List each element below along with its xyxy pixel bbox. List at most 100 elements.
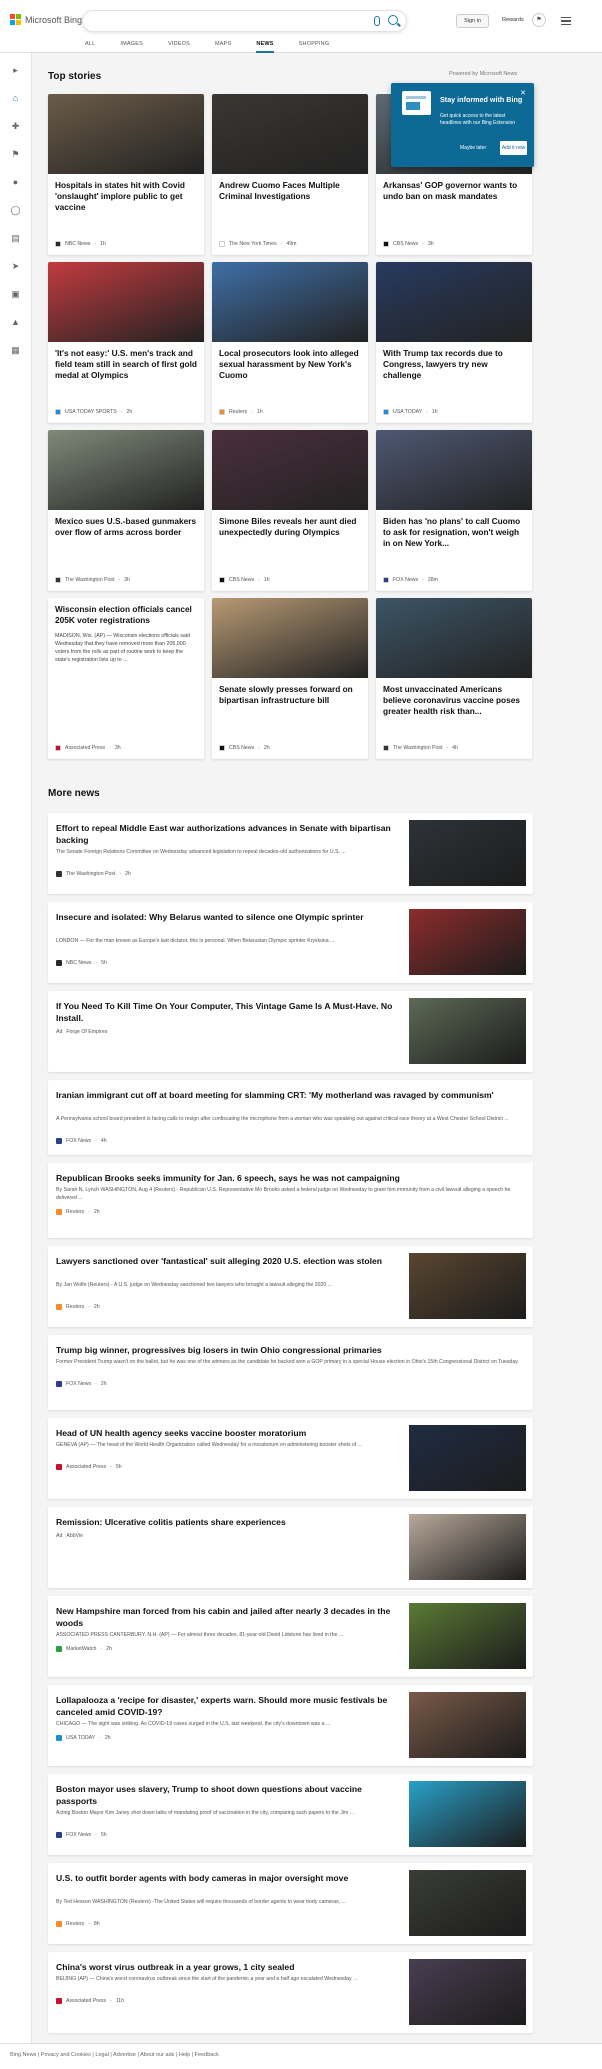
rewards-link[interactable]: Rewards (502, 17, 524, 23)
article-thumbnail[interactable] (409, 1870, 526, 1936)
article-thumbnail[interactable] (409, 820, 526, 886)
story-card[interactable]: Most unvaccinated Americans believe coro… (376, 598, 532, 759)
article-thumbnail[interactable] (409, 909, 526, 975)
article-thumbnail[interactable] (409, 1425, 526, 1491)
story-title[interactable]: Hospitals in states hit with Covid 'onsl… (48, 174, 204, 219)
trophy-icon[interactable]: ⚑ (532, 13, 546, 27)
bank-icon[interactable]: ▲ (10, 317, 21, 328)
nav-tab-videos[interactable]: VIDEOS (168, 41, 190, 53)
article-title[interactable]: Insecure and isolated: Why Belarus wante… (56, 912, 396, 924)
article-thumbnail[interactable] (409, 1253, 526, 1319)
article-title[interactable]: Effort to repeal Middle East war authori… (56, 823, 396, 846)
nav-tab-images[interactable]: IMAGES (120, 41, 143, 53)
maybe-later-button[interactable]: Maybe later (460, 145, 486, 151)
story-title[interactable]: 'It's not easy:' U.S. men's track and fi… (48, 342, 204, 387)
news-article[interactable]: Republican Brooks seeks immunity for Jan… (48, 1163, 533, 1238)
news-article[interactable]: Boston mayor uses slavery, Trump to shoo… (48, 1774, 533, 1855)
film-icon[interactable]: ▣ (10, 289, 21, 300)
location-icon[interactable]: ● (10, 177, 21, 188)
sign-in-button[interactable]: Sign in (456, 14, 489, 28)
article-thumbnail[interactable] (409, 1781, 526, 1847)
news-article[interactable]: Insecure and isolated: Why Belarus wante… (48, 902, 533, 983)
story-image[interactable] (212, 94, 368, 174)
article-title[interactable]: Lollapalooza a 'recipe for disaster,' ex… (56, 1695, 396, 1718)
story-card[interactable]: Wisconsin election officials cancel 205K… (48, 598, 204, 759)
news-article[interactable]: Trump big winner, progressives big loser… (48, 1335, 533, 1410)
story-title[interactable]: Simone Biles reveals her aunt died unexp… (212, 510, 368, 555)
bing-logo[interactable]: Microsoft Bing (10, 14, 82, 25)
news-article[interactable]: Lollapalooza a 'recipe for disaster,' ex… (48, 1685, 533, 1766)
story-card[interactable]: 'It's not easy:' U.S. men's track and fi… (48, 262, 204, 423)
article-title[interactable]: Lawyers sanctioned over 'fantastical' su… (56, 1256, 396, 1268)
home-icon[interactable]: ⌂ (10, 93, 21, 104)
microphone-icon[interactable] (374, 16, 380, 26)
expand-chevron-icon[interactable]: ▸ (10, 65, 21, 76)
calendar-icon[interactable]: ▦ (10, 345, 21, 356)
story-title[interactable]: Biden has 'no plans' to call Cuomo to as… (376, 510, 532, 555)
article-title[interactable]: If You Need To Kill Time On Your Compute… (56, 1001, 396, 1024)
news-article[interactable]: New Hampshire man forced from his cabin … (48, 1596, 533, 1677)
story-image[interactable] (48, 262, 204, 342)
story-title[interactable]: Arkansas' GOP governor wants to undo ban… (376, 174, 532, 219)
article-thumbnail[interactable] (409, 1603, 526, 1669)
article-title[interactable]: Trump big winner, progressives big loser… (56, 1345, 521, 1357)
story-title[interactable]: Mexico sues U.S.-based gunmakers over fl… (48, 510, 204, 555)
chart-icon[interactable]: ▤ (10, 233, 21, 244)
news-article[interactable]: U.S. to outfit border agents with body c… (48, 1863, 533, 1944)
article-title[interactable]: China's worst virus outbreak in a year g… (56, 1962, 396, 1974)
hamburger-menu-icon[interactable] (561, 17, 571, 25)
add-it-now-button[interactable]: Add it now (500, 141, 527, 155)
flag-icon[interactable]: ⚑ (10, 149, 21, 160)
rocket-icon[interactable]: ➤ (10, 261, 21, 272)
article-title[interactable]: Republican Brooks seeks immunity for Jan… (56, 1173, 521, 1185)
news-article[interactable]: Remission: Ulcerative colitis patients s… (48, 1507, 533, 1588)
story-image[interactable] (212, 430, 368, 510)
story-image[interactable] (376, 262, 532, 342)
article-thumbnail[interactable] (409, 1959, 526, 2025)
article-thumbnail[interactable] (409, 1692, 526, 1758)
story-card[interactable]: Hospitals in states hit with Covid 'onsl… (48, 94, 204, 255)
story-title[interactable]: Most unvaccinated Americans believe coro… (376, 678, 532, 723)
article-thumbnail[interactable] (409, 998, 526, 1064)
story-card[interactable]: Biden has 'no plans' to call Cuomo to as… (376, 430, 532, 591)
story-title[interactable]: Wisconsin election officials cancel 205K… (48, 598, 204, 626)
nav-tab-shopping[interactable]: SHOPPING (299, 41, 330, 53)
article-title[interactable]: New Hampshire man forced from his cabin … (56, 1606, 396, 1629)
nav-tab-maps[interactable]: MAPS (215, 41, 231, 53)
story-title[interactable]: With Trump tax records due to Congress, … (376, 342, 532, 387)
story-image[interactable] (376, 430, 532, 510)
nav-tab-news[interactable]: NEWS (256, 41, 274, 53)
article-title[interactable]: Remission: Ulcerative colitis patients s… (56, 1517, 396, 1529)
story-title[interactable]: Senate slowly presses forward on biparti… (212, 678, 368, 723)
article-title[interactable]: U.S. to outfit border agents with body c… (56, 1873, 396, 1885)
story-card[interactable]: Local prosecutors look into alleged sexu… (212, 262, 368, 423)
story-title[interactable]: Andrew Cuomo Faces Multiple Criminal Inv… (212, 174, 368, 219)
search-input[interactable] (82, 10, 407, 32)
news-article[interactable]: Iranian immigrant cut off at board meeti… (48, 1080, 533, 1155)
close-icon[interactable]: ✕ (520, 89, 526, 97)
news-article[interactable]: China's worst virus outbreak in a year g… (48, 1952, 533, 2033)
nav-tab-all[interactable]: ALL (85, 41, 95, 53)
story-card[interactable]: With Trump tax records due to Congress, … (376, 262, 532, 423)
globe-icon[interactable]: ◯ (10, 205, 21, 216)
search-icon[interactable] (388, 15, 398, 25)
article-thumbnail[interactable] (409, 1514, 526, 1580)
story-image[interactable] (48, 94, 204, 174)
story-card[interactable]: Simone Biles reveals her aunt died unexp… (212, 430, 368, 591)
article-title[interactable]: Head of UN health agency seeks vaccine b… (56, 1428, 396, 1440)
story-image[interactable] (212, 598, 368, 678)
article-title[interactable]: Boston mayor uses slavery, Trump to shoo… (56, 1784, 396, 1807)
story-image[interactable] (376, 598, 532, 678)
article-title[interactable]: Iranian immigrant cut off at board meeti… (56, 1090, 521, 1102)
trending-icon[interactable]: ✚ (10, 121, 21, 132)
story-card[interactable]: Andrew Cuomo Faces Multiple Criminal Inv… (212, 94, 368, 255)
story-card[interactable]: Senate slowly presses forward on biparti… (212, 598, 368, 759)
news-article[interactable]: Head of UN health agency seeks vaccine b… (48, 1418, 533, 1499)
news-article[interactable]: Effort to repeal Middle East war authori… (48, 813, 533, 894)
news-article[interactable]: Lawyers sanctioned over 'fantastical' su… (48, 1246, 533, 1327)
story-title[interactable]: Local prosecutors look into alleged sexu… (212, 342, 368, 387)
story-card[interactable]: Mexico sues U.S.-based gunmakers over fl… (48, 430, 204, 591)
story-image[interactable] (48, 430, 204, 510)
story-image[interactable] (212, 262, 368, 342)
news-article[interactable]: If You Need To Kill Time On Your Compute… (48, 991, 533, 1072)
